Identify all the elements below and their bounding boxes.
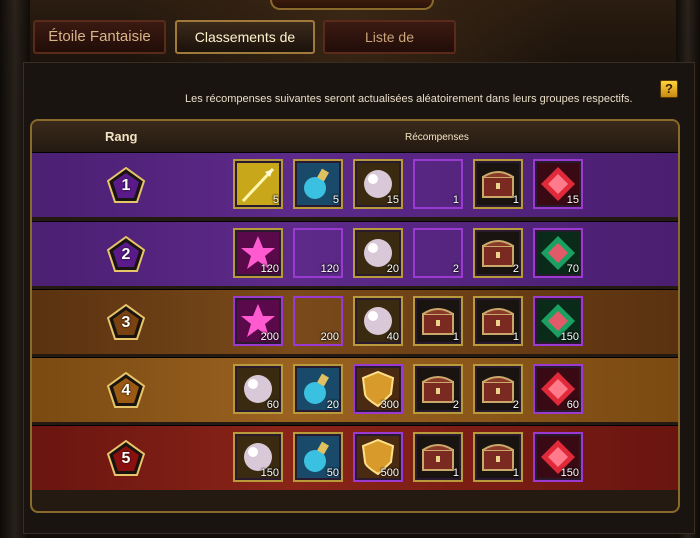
reward-quantity: 2 [452,263,459,275]
reward-quantity: 5 [272,194,279,206]
reward-slot[interactable]: 50 [293,432,343,482]
reward-quantity: 1 [512,467,519,479]
reward-slot[interactable]: 120 [293,228,343,278]
reward-slot[interactable]: 1 [413,159,463,209]
rank-row: 5 150 50 500 1 1 150 [32,425,678,490]
reward-quantity: 150 [560,331,579,343]
rank-row: 3 200 200 40 1 1 150 [32,289,678,354]
rank-number: 4 [121,382,131,399]
tab-etoile-fantaisie[interactable]: Étoile Fantaisie [33,20,166,54]
rank-badge: 1 [106,166,146,203]
reward-slot[interactable]: 1 [473,296,523,346]
reward-slot[interactable]: 20 [293,364,343,414]
reward-quantity: 20 [326,399,339,411]
reward-slot[interactable]: 5 [293,159,343,209]
col-rank-header: Rang [105,129,138,144]
reward-quantity: 300 [380,399,399,411]
reward-slot[interactable]: 60 [233,364,283,414]
reward-quantity: 40 [386,331,399,343]
reward-slot[interactable]: 2 [473,228,523,278]
reward-slot[interactable]: 2 [413,364,463,414]
reward-quantity: 120 [320,263,339,275]
reward-slot[interactable]: 60 [533,364,583,414]
col-rewards-header: Récompenses [405,132,469,143]
reward-quantity: 5 [332,194,339,206]
reward-slot[interactable]: 5 [233,159,283,209]
reward-slot[interactable]: 120 [233,228,283,278]
reward-slot[interactable]: 2 [413,228,463,278]
reward-slot[interactable]: 20 [353,228,403,278]
rank-row: 2 120 120 20 2 2 70 [32,221,678,286]
reward-quantity: 150 [260,467,279,479]
reward-slot[interactable]: 300 [353,364,403,414]
reward-quantity: 1 [452,194,459,206]
reward-slot[interactable]: 1 [413,296,463,346]
window-title: Rêve Étoilé [270,0,434,10]
reward-quantity: 200 [320,331,339,343]
rank-number: 3 [121,314,131,331]
reward-slot[interactable]: 15 [533,159,583,209]
rank-number: 5 [121,450,131,467]
reward-slot[interactable]: 500 [353,432,403,482]
reward-slot[interactable]: 200 [233,296,283,346]
rank-badge: 4 [106,371,146,408]
reward-quantity: 2 [512,399,519,411]
reward-quantity: 70 [566,263,579,275]
reward-quantity: 50 [326,467,339,479]
reward-slot[interactable]: 15 [353,159,403,209]
reward-slot[interactable]: 70 [533,228,583,278]
reward-quantity: 500 [380,467,399,479]
reward-slot[interactable]: 150 [533,296,583,346]
rank-row: 1 5 5 15 1 1 15 [32,152,678,217]
reward-slot[interactable]: 1 [473,432,523,482]
reward-quantity: 15 [386,194,399,206]
reward-slot[interactable]: 150 [233,432,283,482]
help-button[interactable]: ? [660,80,678,98]
reward-slot[interactable]: 150 [533,432,583,482]
rank-badge: 3 [106,303,146,340]
reward-quantity: 1 [512,331,519,343]
reward-slot[interactable]: 200 [293,296,343,346]
reward-quantity: 15 [566,194,579,206]
rank-number: 1 [121,177,131,194]
tab-classements[interactable]: Classements de points [175,20,315,75]
reward-slot[interactable]: 1 [473,159,523,209]
reward-quantity: 2 [512,263,519,275]
rank-row: 4 60 20 300 2 2 60 [32,357,678,422]
reward-quantity: 60 [566,399,579,411]
reward-quantity: 1 [452,331,459,343]
tab-bar: Étoile Fantaisie Classements de points L… [33,20,673,75]
reward-quantity: 60 [266,399,279,411]
rank-badge: 5 [106,439,146,476]
tab-liste-recompenses[interactable]: Liste de récompenses [323,20,456,75]
reward-quantity: 1 [512,194,519,206]
reward-quantity: 2 [452,399,459,411]
reward-quantity: 200 [260,331,279,343]
reward-quantity: 1 [452,467,459,479]
rank-number: 2 [121,246,131,263]
reward-quantity: 20 [386,263,399,275]
reward-slot[interactable]: 40 [353,296,403,346]
rewards-table: Rang Récompenses 1 5 5 15 1 1 15 2 120 120 20 2 2 70… [30,119,680,513]
reward-slot[interactable]: 2 [473,364,523,414]
reward-slot[interactable]: 1 [413,432,463,482]
rank-badge: 2 [106,235,146,272]
reward-quantity: 150 [560,467,579,479]
reward-quantity: 120 [260,263,279,275]
info-text: Les récompenses suivantes seront actuali… [185,93,633,105]
